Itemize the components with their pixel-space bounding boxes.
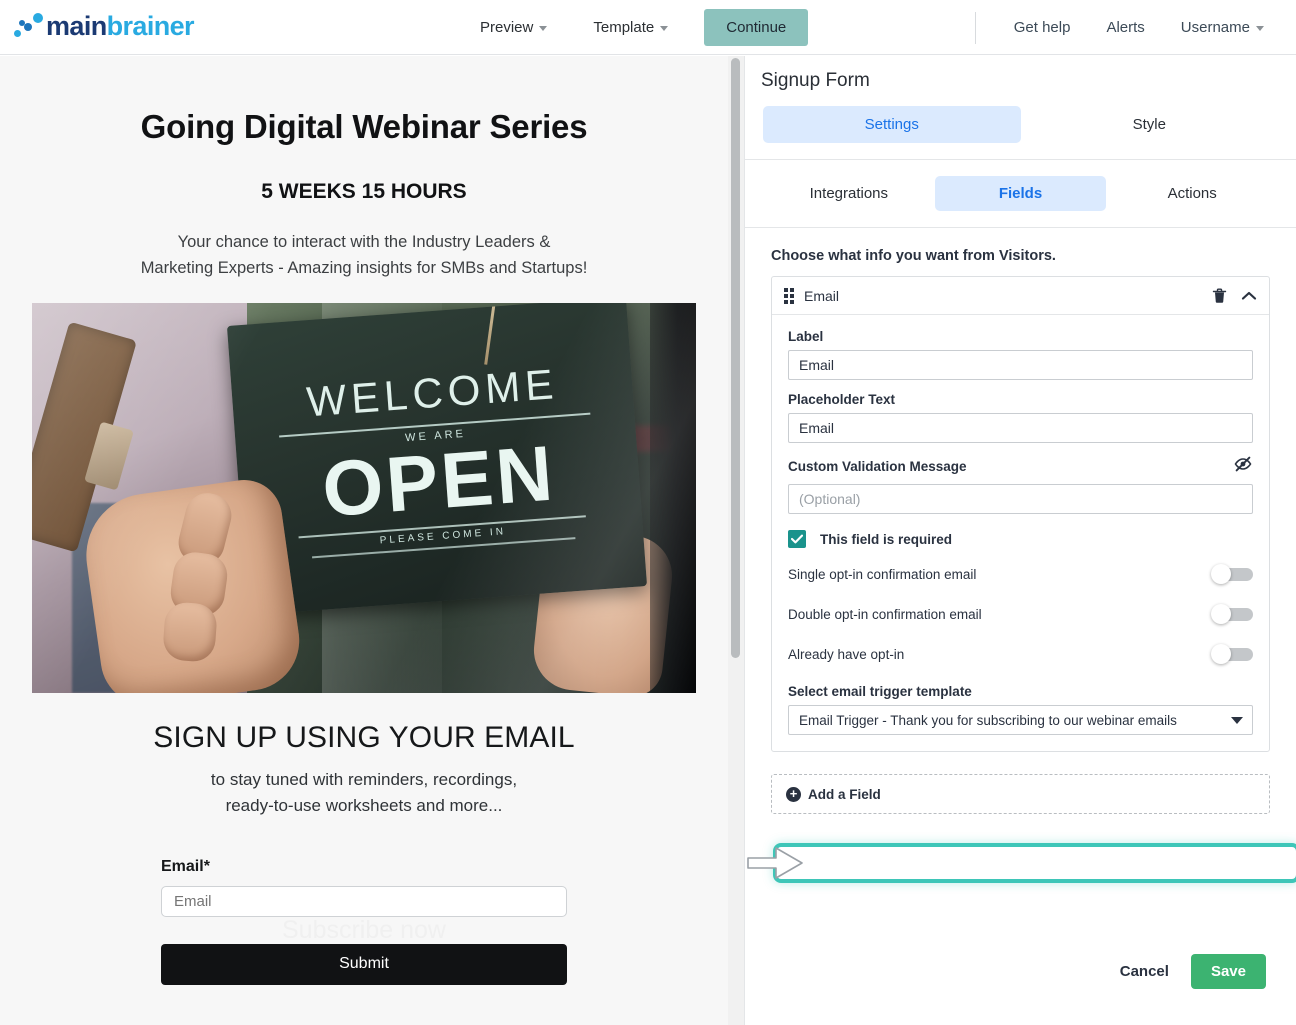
preview-email-label: Email* (161, 857, 210, 875)
preview-intro-line2: Marketing Experts - Amazing insights for… (140, 258, 588, 277)
required-checkbox[interactable] (788, 530, 806, 548)
add-a-field-button[interactable]: + Add a Field (771, 774, 1270, 814)
toggle-row-single-optin[interactable]: Single opt-in confirmation email (788, 556, 1253, 592)
highlight-arrow-icon (747, 847, 803, 879)
save-button[interactable]: Save (1190, 954, 1266, 989)
preview-scrollbar-thumb[interactable] (731, 58, 740, 658)
open-sign-board: WELCOME WE ARE OPEN PLEASE COME IN (226, 303, 648, 616)
double-optin-toggle[interactable] (1211, 604, 1253, 624)
preview-signup-heading: SIGN UP USING YOUR EMAIL (153, 721, 575, 755)
placeholder-caption: Placeholder Text (788, 392, 896, 407)
nav-template[interactable]: Template (583, 13, 678, 42)
required-checkbox-label: This field is required (820, 531, 953, 547)
preview-subheading: 5 WEEKS 15 HOURS (261, 180, 467, 203)
trigger-template-select[interactable]: Email Trigger - Thank you for subscribin… (788, 705, 1253, 735)
field-card-body: Label Placeholder Text Custom Validation… (772, 315, 1269, 751)
already-optin-toggle[interactable] (1211, 644, 1253, 664)
sign-rope-left (484, 305, 496, 365)
preview-form: Email* Subscribe now Submit (161, 858, 567, 985)
field-card-header[interactable]: Email (772, 277, 1269, 315)
top-navigation-bar: mainbrainer Preview Template Continue Ge… (0, 0, 1296, 55)
eye-off-icon[interactable] (1233, 455, 1253, 478)
tab-settings[interactable]: Settings (763, 106, 1021, 143)
double-optin-label: Double opt-in confirmation email (788, 606, 982, 622)
tab-actions[interactable]: Actions (1106, 176, 1278, 211)
landing-page-preview: Going Digital Webinar Series 5 WEEKS 15 … (0, 56, 728, 1025)
continue-button[interactable]: Continue (704, 9, 809, 46)
nav-preview-label: Preview (480, 19, 534, 36)
logo-text-brainer: brainer (106, 10, 195, 41)
preview-submit-button[interactable]: Submit (161, 943, 567, 985)
field-card-title: Email (804, 287, 840, 304)
sign-welcome-text: WELCOME (304, 360, 560, 426)
label-caption: Label (788, 329, 824, 344)
tab-style[interactable]: Style (1021, 106, 1279, 143)
mainbrainer-logo[interactable]: mainbrainer (12, 10, 195, 42)
tab-fields[interactable]: Fields (934, 176, 1107, 211)
single-optin-toggle[interactable] (1211, 564, 1253, 584)
toggle-row-already-optin[interactable]: Already have opt-in (788, 636, 1253, 672)
nav-alerts[interactable]: Alerts (1088, 13, 1162, 42)
field-card-email: Email Label Placeholder Text Custo (747, 276, 1296, 883)
highlight-ring-single-optin (773, 843, 1296, 883)
chevron-down-icon (539, 26, 548, 31)
cancel-button[interactable]: Cancel (1120, 963, 1169, 980)
choose-info-text: Choose what info you want from Visitors. (771, 248, 1056, 264)
nav-username-label: Username (1180, 19, 1250, 36)
photo-door-frame (650, 303, 696, 694)
logo-dots-icon (12, 10, 46, 42)
secondary-tabs: Integrations Fields Actions (745, 160, 1296, 228)
sign-open-text: OPEN (319, 428, 559, 534)
preview-scrollbar[interactable] (728, 56, 744, 1025)
field-validation-input[interactable] (788, 484, 1253, 514)
single-optin-label: Single opt-in confirmation email (788, 566, 977, 582)
nav-template-label: Template (593, 19, 655, 36)
nav-preview[interactable]: Preview (470, 13, 557, 42)
tab-integrations[interactable]: Integrations (763, 176, 935, 211)
field-label-input[interactable] (788, 350, 1253, 380)
nav-username[interactable]: Username (1163, 13, 1282, 42)
preview-heading: Going Digital Webinar Series (140, 108, 588, 145)
preview-signup-sub-line1: to stay tuned with reminders, recordings… (210, 770, 518, 790)
trigger-template-select-wrap: Email Trigger - Thank you for subscribin… (788, 705, 1253, 735)
panel-footer: Cancel Save (1120, 954, 1266, 989)
field-placeholder-input[interactable] (788, 413, 1253, 443)
photo-finger (162, 601, 218, 663)
chevron-down-icon (1256, 26, 1264, 31)
already-optin-label: Already have opt-in (788, 646, 905, 662)
welcome-open-sign-image: WELCOME WE ARE OPEN PLEASE COME IN (32, 303, 696, 694)
validation-caption: Custom Validation Message (788, 459, 967, 474)
primary-tabs: Settings Style (745, 106, 1296, 160)
preview-intro-line1: Your chance to interact with the Industr… (177, 233, 551, 251)
delete-field-icon[interactable] (1212, 288, 1227, 304)
preview-signup-sub: to stay tuned with reminders, recordings… (16, 767, 712, 820)
logo-text-main: main (46, 10, 107, 41)
preview-intro: Your chance to interact with the Industr… (16, 230, 712, 281)
plus-circle-icon: + (786, 786, 801, 802)
collapse-chevron-up-icon[interactable] (1241, 290, 1257, 302)
preview-email-input[interactable] (161, 885, 567, 917)
toggle-row-double-optin[interactable]: Double opt-in confirmation email (788, 596, 1253, 632)
toggle-knob (1211, 564, 1231, 584)
nav-divider (974, 11, 976, 44)
panel-title: Signup Form (761, 70, 870, 91)
preview-ghost-text: Subscribe now (282, 915, 446, 944)
preview-signup-sub-line2: ready-to-use worksheets and more... (225, 796, 503, 816)
chevron-down-icon (660, 26, 669, 31)
right-nav-group: Get help Alerts Username (974, 0, 1282, 55)
validation-caption-row: Custom Validation Message (788, 455, 1253, 478)
center-nav-group: Preview Template Continue (470, 0, 809, 55)
add-a-field-label: Add a Field (808, 786, 881, 802)
nav-get-help[interactable]: Get help (996, 13, 1089, 42)
toggle-knob (1211, 644, 1231, 664)
trigger-template-caption: Select email trigger template (788, 684, 972, 699)
toggle-knob (1211, 604, 1231, 624)
signup-form-settings-panel: Signup Form Settings Style Integrations … (744, 56, 1296, 1025)
logo-wordmark: mainbrainer (46, 10, 195, 42)
required-checkbox-row[interactable]: This field is required (788, 530, 1253, 548)
drag-handle-icon[interactable] (784, 287, 794, 304)
